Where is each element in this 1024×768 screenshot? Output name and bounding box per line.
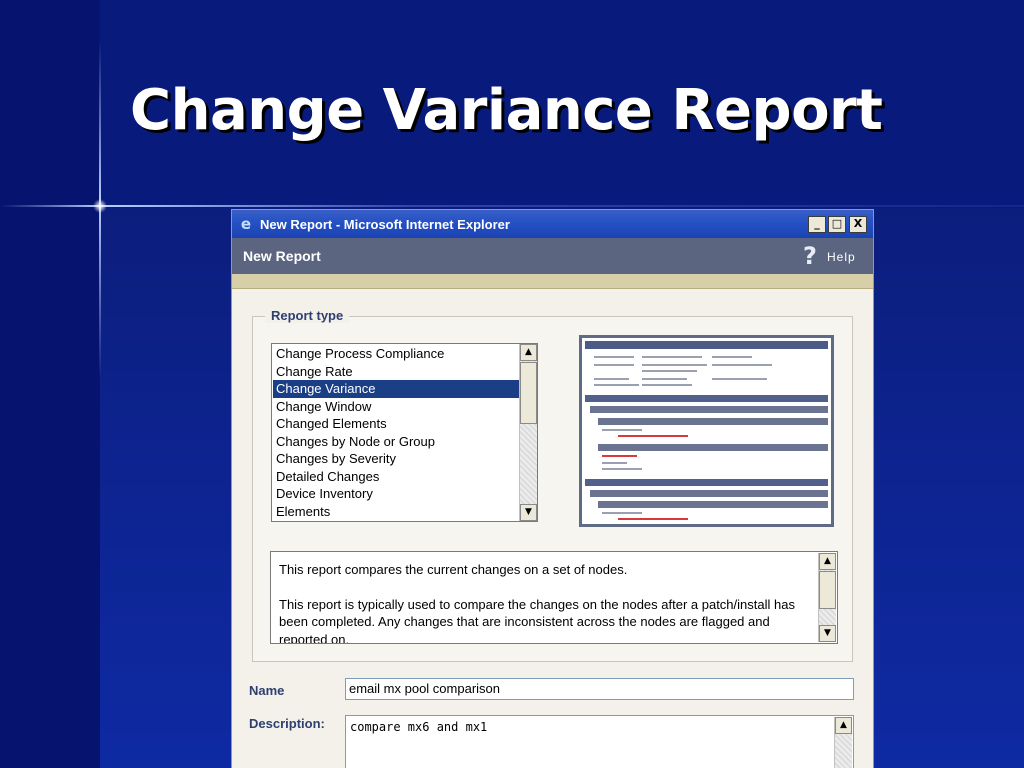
scroll-up-arrow-icon[interactable]: ▲	[819, 553, 836, 570]
maximize-button[interactable]: □	[828, 216, 846, 233]
name-label: Name	[249, 683, 285, 698]
scroll-down-arrow-icon[interactable]: ▼	[520, 504, 537, 521]
preview-title-bar	[585, 341, 828, 349]
report-header-bar: New Report ? Help	[232, 238, 873, 274]
slide-title: Change Variance Report	[130, 78, 883, 143]
listbox-scrollbar[interactable]: ▲ ▼	[519, 344, 537, 521]
window-title: New Report - Microsoft Internet Explorer	[260, 217, 510, 232]
report-type-listbox[interactable]: Change Process Compliance Change Rate Ch…	[271, 343, 538, 522]
ie-window: e New Report - Microsoft Internet Explor…	[231, 209, 874, 768]
header-divider-strip	[232, 274, 873, 289]
decorative-horizontal-line	[0, 205, 1024, 207]
description-label: Description:	[249, 716, 325, 731]
list-item[interactable]: Changes by Severity	[273, 450, 535, 468]
help-icon[interactable]: ?	[803, 242, 817, 270]
scroll-up-arrow-icon[interactable]: ▲	[835, 717, 852, 734]
list-item[interactable]: Change Rate	[273, 363, 535, 381]
minimize-button[interactable]: _	[808, 216, 826, 233]
help-link[interactable]: Help	[827, 250, 856, 264]
name-input[interactable]: email mx pool comparison	[345, 678, 854, 700]
sparkle-icon	[93, 199, 107, 213]
scroll-down-arrow-icon[interactable]: ▼	[819, 625, 836, 642]
report-preview-thumbnail	[579, 335, 834, 527]
textarea-scrollbar[interactable]: ▲	[834, 717, 852, 768]
list-item[interactable]: Elements	[273, 503, 535, 521]
scroll-thumb[interactable]	[819, 571, 836, 609]
scroll-up-arrow-icon[interactable]: ▲	[520, 344, 537, 361]
list-item[interactable]: Change Process Compliance	[273, 345, 535, 363]
internet-explorer-icon: e	[240, 215, 252, 233]
description-paragraph: This report is typically used to compare…	[279, 596, 795, 644]
description-textarea[interactable]: compare mx6 and mx1 ▲	[345, 715, 854, 768]
scroll-thumb[interactable]	[520, 362, 537, 424]
report-type-legend: Report type	[265, 308, 350, 323]
list-item[interactable]: Changed Elements	[273, 415, 535, 433]
list-item[interactable]: Device Inventory	[273, 485, 535, 503]
description-scrollbar[interactable]: ▲ ▼	[818, 553, 836, 642]
description-textarea-value: compare mx6 and mx1	[350, 720, 488, 734]
close-button[interactable]: X	[849, 216, 867, 233]
list-item[interactable]: Change Window	[273, 398, 535, 416]
window-titlebar[interactable]: e New Report - Microsoft Internet Explor…	[232, 210, 873, 238]
description-paragraph: This report compares the current changes…	[279, 562, 628, 577]
report-description-text: This report compares the current changes…	[279, 561, 804, 644]
report-description-box[interactable]: This report compares the current changes…	[270, 551, 838, 644]
header-title: New Report	[243, 248, 321, 264]
report-type-fieldset: Report type Change Process Compliance Ch…	[252, 308, 853, 662]
list-item[interactable]: Detailed Changes	[273, 468, 535, 486]
list-item-selected[interactable]: Change Variance	[273, 380, 535, 398]
list-item[interactable]: Changes by Node or Group	[273, 433, 535, 451]
report-form: Report type Change Process Compliance Ch…	[232, 289, 873, 768]
slide-left-band	[0, 0, 100, 768]
